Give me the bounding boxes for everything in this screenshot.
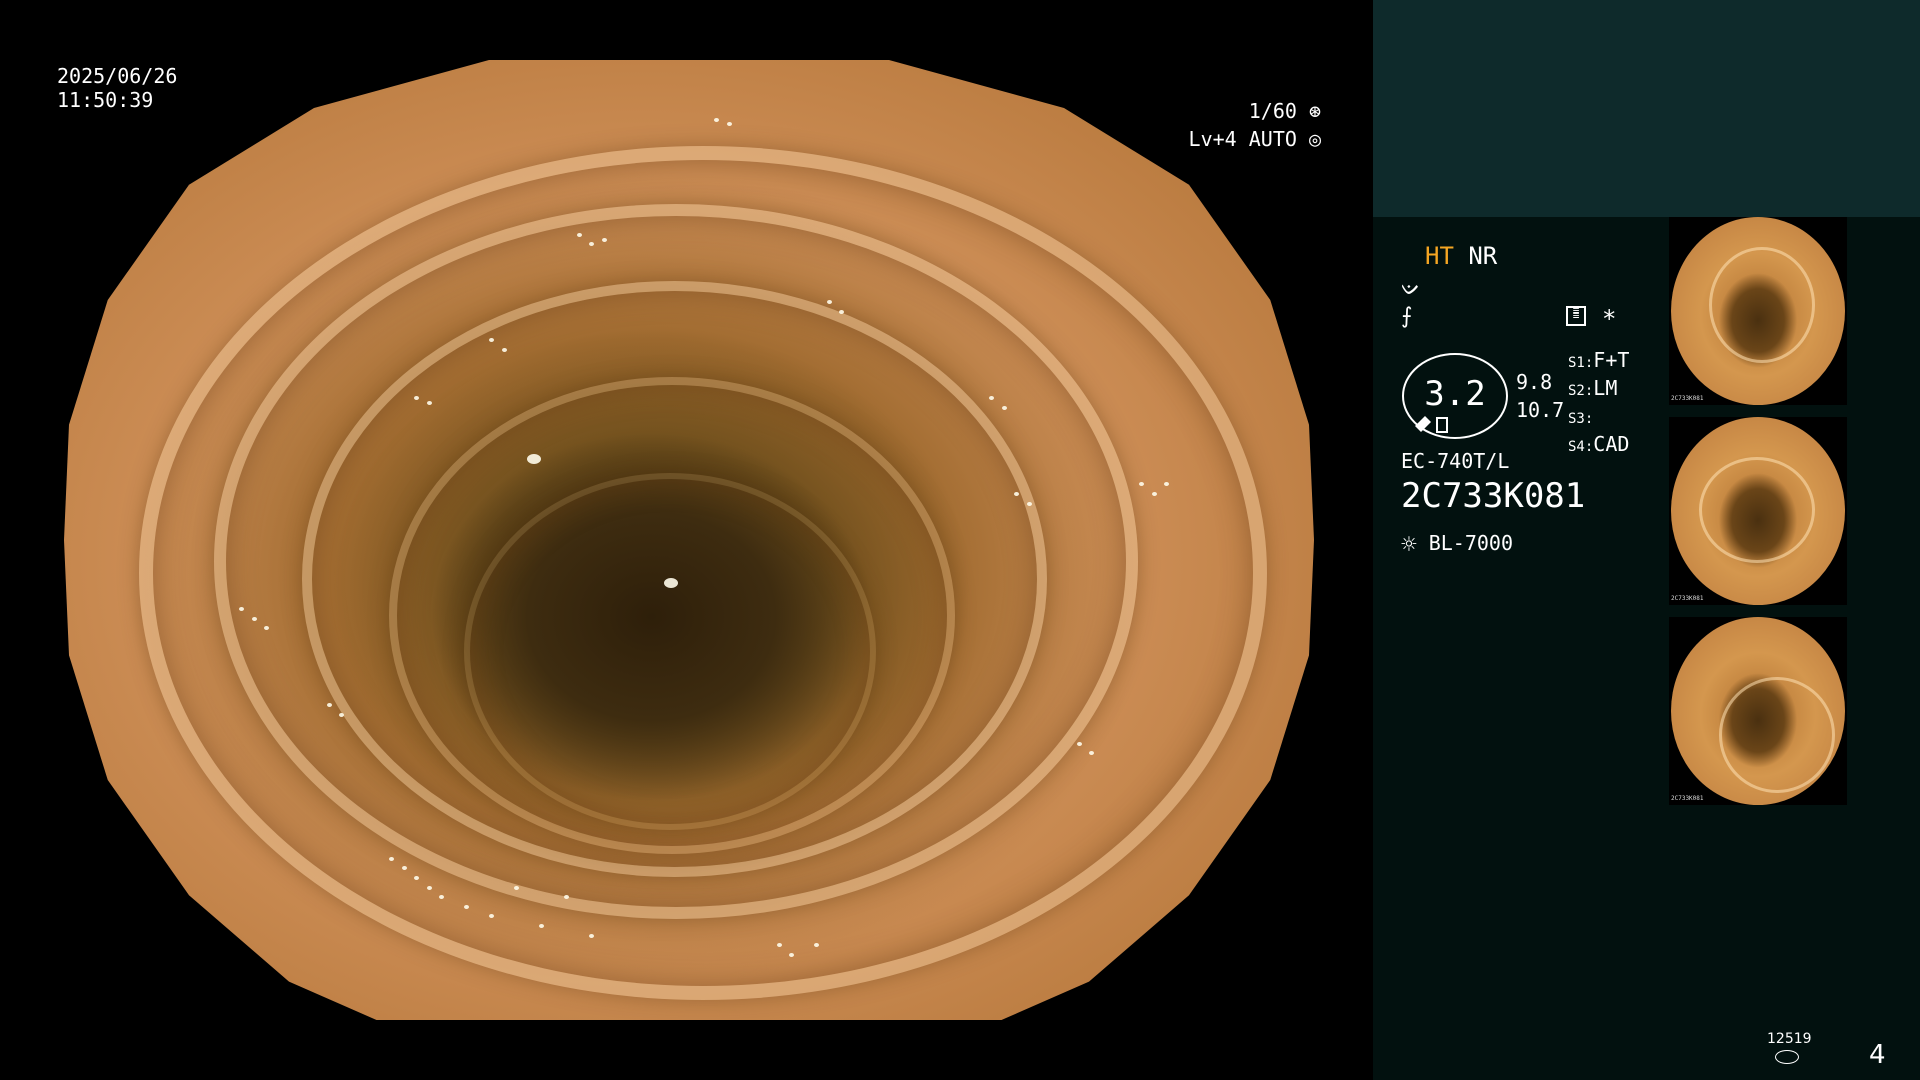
- scope-model: EC-740T/L: [1401, 449, 1510, 473]
- zoom-gauge: 3.2: [1401, 352, 1509, 440]
- iris-level: Lv+4 AUTO ◎: [1189, 127, 1321, 151]
- thumbnail-capture-3[interactable]: 2C733K081: [1669, 617, 1847, 805]
- settings-list-icon: ≡ ≡: [1566, 305, 1586, 326]
- thumbnail-caption: 2C733K081: [1671, 595, 1704, 602]
- s1-key: S1:: [1568, 355, 1594, 371]
- s3-row: S3:: [1568, 404, 1629, 432]
- curve-icon: ᨉ: [1401, 276, 1421, 301]
- storage-count: 12519: [1767, 1031, 1812, 1047]
- exam-date: 2025/06/26: [57, 64, 178, 88]
- iris-level-value: Lv+4 AUTO: [1188, 127, 1297, 151]
- s2-row: S2:LM: [1568, 376, 1629, 404]
- no-filter-icon: ⨍: [1401, 304, 1413, 329]
- s4-row: S4:CAD: [1568, 432, 1629, 460]
- light-source: ☼ BL-7000: [1401, 530, 1513, 560]
- exam-time: 11:50:39: [57, 88, 154, 112]
- s4-key: S4:: [1568, 439, 1594, 455]
- s2-value: LM: [1593, 376, 1618, 400]
- s3-key: S3:: [1568, 411, 1594, 427]
- value-a: 9.8: [1516, 370, 1553, 394]
- switch-settings: S1:F+T S2:LM S3: S4:CAD: [1568, 348, 1629, 460]
- s1-value: F+T: [1593, 348, 1630, 372]
- gauge-value: 3.2: [1424, 374, 1486, 414]
- asterisk-icon: *: [1602, 305, 1617, 333]
- image-modes: HT NR: [1425, 242, 1497, 270]
- info-panel: HT NR ᨉ ⨍ ≡ ≡ * 3.2 9.8 10.7 S1:F+T S2:LM…: [1373, 0, 1920, 1080]
- disk-icon: [1775, 1050, 1799, 1064]
- mode-ht: HT: [1425, 242, 1454, 270]
- shutter-speed: 1/60 ⊛: [1249, 99, 1321, 123]
- light-source-name: BL-7000: [1428, 531, 1513, 555]
- thumbnail-caption: 2C733K081: [1671, 395, 1704, 402]
- scope-serial: 2C733K081: [1401, 476, 1586, 516]
- shutter-value: 1/60: [1248, 99, 1297, 123]
- s4-value: CAD: [1593, 432, 1630, 456]
- sun-icon: ☼: [1401, 530, 1417, 560]
- s1-row: S1:F+T: [1568, 348, 1629, 376]
- aperture-icon: ⊛: [1308, 99, 1321, 123]
- patient-info-box: [1373, 0, 1920, 217]
- capture-count: 4: [1869, 1040, 1886, 1070]
- thumbnail-caption: 2C733K081: [1671, 795, 1704, 802]
- endoscope-view-area: 2025/06/26 11:50:39 1/60 ⊛ Lv+4 AUTO ◎: [0, 0, 1373, 1080]
- value-b: 10.7: [1516, 398, 1565, 422]
- mode-nr: NR: [1468, 242, 1498, 270]
- s2-key: S2:: [1568, 383, 1594, 399]
- thumbnail-capture-2[interactable]: 2C733K081: [1669, 417, 1847, 605]
- thumbnail-capture-1[interactable]: 2C733K081: [1669, 217, 1847, 405]
- iris-icon: ◎: [1308, 127, 1321, 151]
- endoscopic-image: [64, 60, 1314, 1020]
